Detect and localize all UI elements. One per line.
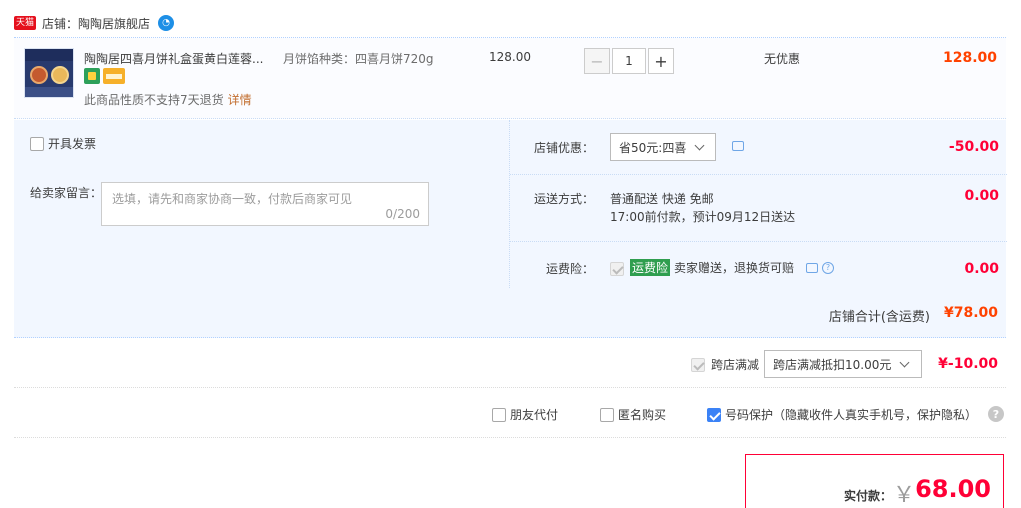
product-thumbnail[interactable] xyxy=(24,48,74,98)
chevron-down-icon xyxy=(694,140,705,150)
unit-price: 128.00 xyxy=(489,50,531,64)
cross-store-amount: ¥-10.00 xyxy=(938,356,998,372)
return-policy-notice: 此商品性质不支持7天退货 详情 xyxy=(84,93,252,107)
chevron-down-icon xyxy=(899,357,910,367)
number-protect-label: 号码保护（隐藏收件人真实手机号，保护隐私） xyxy=(725,408,978,422)
shop-discount-amount: -50.00 xyxy=(948,139,999,155)
friend-pay-checkbox[interactable] xyxy=(492,407,506,422)
anonymous-option[interactable]: 匿名购买 xyxy=(600,406,666,423)
order-item-row: 陶陶居四喜月饼礼盒蛋黄白莲蓉... 月饼馅种类：四喜月饼720g 此商品性质不支… xyxy=(14,38,1006,119)
friend-pay-option[interactable]: 朋友代付 xyxy=(492,406,558,423)
invoice-label: 开具发票 xyxy=(48,137,97,151)
number-protect-checkbox[interactable] xyxy=(707,407,721,422)
delivery-row: 运送方式： 普通配送 快递 免邮 17:00前付款，预计09月12日送达 0.0… xyxy=(510,176,1007,242)
cross-store-value: 跨店满减抵扣10.00元 xyxy=(773,357,892,372)
shop-discount-select[interactable]: 省50元:四喜 xyxy=(610,133,716,161)
insurance-label: 运费险： xyxy=(546,262,595,276)
help-icon[interactable]: ? xyxy=(822,261,835,274)
shop-total-label: 店铺合计(含运费) xyxy=(828,310,930,325)
item-subtotal: 128.00 xyxy=(943,50,998,66)
insurance-text: 卖家赠送，退换货可赔 xyxy=(674,261,795,275)
insurance-checkbox xyxy=(610,261,624,276)
payment-amount: 68.00 xyxy=(915,475,991,503)
extra-options-row: 朋友代付 匿名购买 号码保护（隐藏收件人真实手机号，保护隐私） ? xyxy=(14,390,1006,438)
chat-contact-icon[interactable]: ◔ xyxy=(158,15,175,31)
delivery-label: 运送方式： xyxy=(534,192,595,206)
insurance-badge: 运费险 xyxy=(630,259,671,276)
memo-placeholder: 选填，请先和商家协商一致，付款后商家可见 xyxy=(112,192,353,206)
insurance-row: 运费险： 运费险 卖家赠送，退换货可赔 ? 0.00 xyxy=(510,243,1007,288)
anonymous-label: 匿名购买 xyxy=(618,408,667,422)
shop-name-link[interactable]: 店铺：陶陶居旗舰店 xyxy=(42,15,150,32)
seller-memo-textarea[interactable]: 选填，请先和商家协商一致，付款后商家可见 0/200 xyxy=(101,182,429,226)
delivery-method: 普通配送 快递 免邮 xyxy=(610,192,714,206)
item-promotion: 无优惠 xyxy=(764,52,801,66)
return-policy-details-link[interactable]: 详情 xyxy=(228,93,252,107)
delivery-eta: 17:00前付款，预计09月12日送达 xyxy=(610,210,796,224)
memo-char-count: 0/200 xyxy=(385,207,420,221)
cross-store-discount-row: 跨店满减 跨店满减抵扣10.00元 ¥-10.00 xyxy=(14,340,1006,388)
shop-discount-row: 店铺优惠： 省50元:四喜 -50.00 xyxy=(510,120,1007,175)
service-badges xyxy=(84,68,125,84)
right-options: 店铺优惠： 省50元:四喜 -50.00 运送方式： 普通配送 快递 免邮 17… xyxy=(509,120,1007,288)
anonymous-checkbox[interactable] xyxy=(600,407,614,422)
product-title-link[interactable]: 陶陶居四喜月饼礼盒蛋黄白莲蓉... xyxy=(84,50,269,67)
shop-discount-value: 省50元:四喜 xyxy=(619,140,687,155)
invoice-option[interactable]: 开具发票 xyxy=(30,135,96,152)
payment-summary: 实付款： ￥ 68.00 xyxy=(745,454,1004,508)
left-options: 开具发票 给卖家留言： 选填，请先和商家协商一致，付款后商家可见 0/200 xyxy=(14,120,508,288)
guarantee-badge-icon[interactable] xyxy=(84,68,100,84)
shop-header: 天猫 店铺：陶陶居旗舰店 ◔ xyxy=(14,12,175,34)
help-icon[interactable]: ? xyxy=(988,406,1004,422)
cross-store-select[interactable]: 跨店满减抵扣10.00元 xyxy=(764,350,922,378)
credit-card-badge-icon[interactable] xyxy=(103,68,125,84)
quantity-decrease-button[interactable]: − xyxy=(584,48,610,74)
quantity-stepper: − 1 + xyxy=(584,48,674,74)
shop-total-row: 店铺合计(含运费) ¥78.00 xyxy=(14,288,1006,338)
friend-pay-label: 朋友代付 xyxy=(510,408,559,422)
order-options-panel: 开具发票 给卖家留言： 选填，请先和商家协商一致，付款后商家可见 0/200 店… xyxy=(14,120,1007,288)
tmall-badge: 天猫 xyxy=(14,16,37,30)
memo-label: 给卖家留言： xyxy=(30,186,103,200)
cross-store-checkbox xyxy=(691,357,705,372)
number-protect-option[interactable]: 号码保护（隐藏收件人真实手机号，保护隐私） xyxy=(707,406,977,423)
quantity-input[interactable]: 1 xyxy=(612,48,646,74)
comment-icon[interactable] xyxy=(732,141,744,151)
invoice-checkbox[interactable] xyxy=(30,136,44,151)
payment-label: 实付款： xyxy=(843,489,892,503)
shop-discount-label: 店铺优惠： xyxy=(534,141,595,155)
quantity-increase-button[interactable]: + xyxy=(648,48,674,74)
payment-currency: ￥ xyxy=(892,483,915,508)
comment-icon[interactable] xyxy=(806,262,819,273)
cross-store-label: 跨店满减 xyxy=(711,358,760,372)
shop-total-amount: ¥78.00 xyxy=(943,305,998,321)
product-sku: 月饼馅种类：四喜月饼720g xyxy=(283,52,434,66)
insurance-amount: 0.00 xyxy=(964,261,999,277)
insurance-info: 运费险 卖家赠送，退换货可赔 ? xyxy=(630,259,835,276)
delivery-amount: 0.00 xyxy=(964,188,999,204)
